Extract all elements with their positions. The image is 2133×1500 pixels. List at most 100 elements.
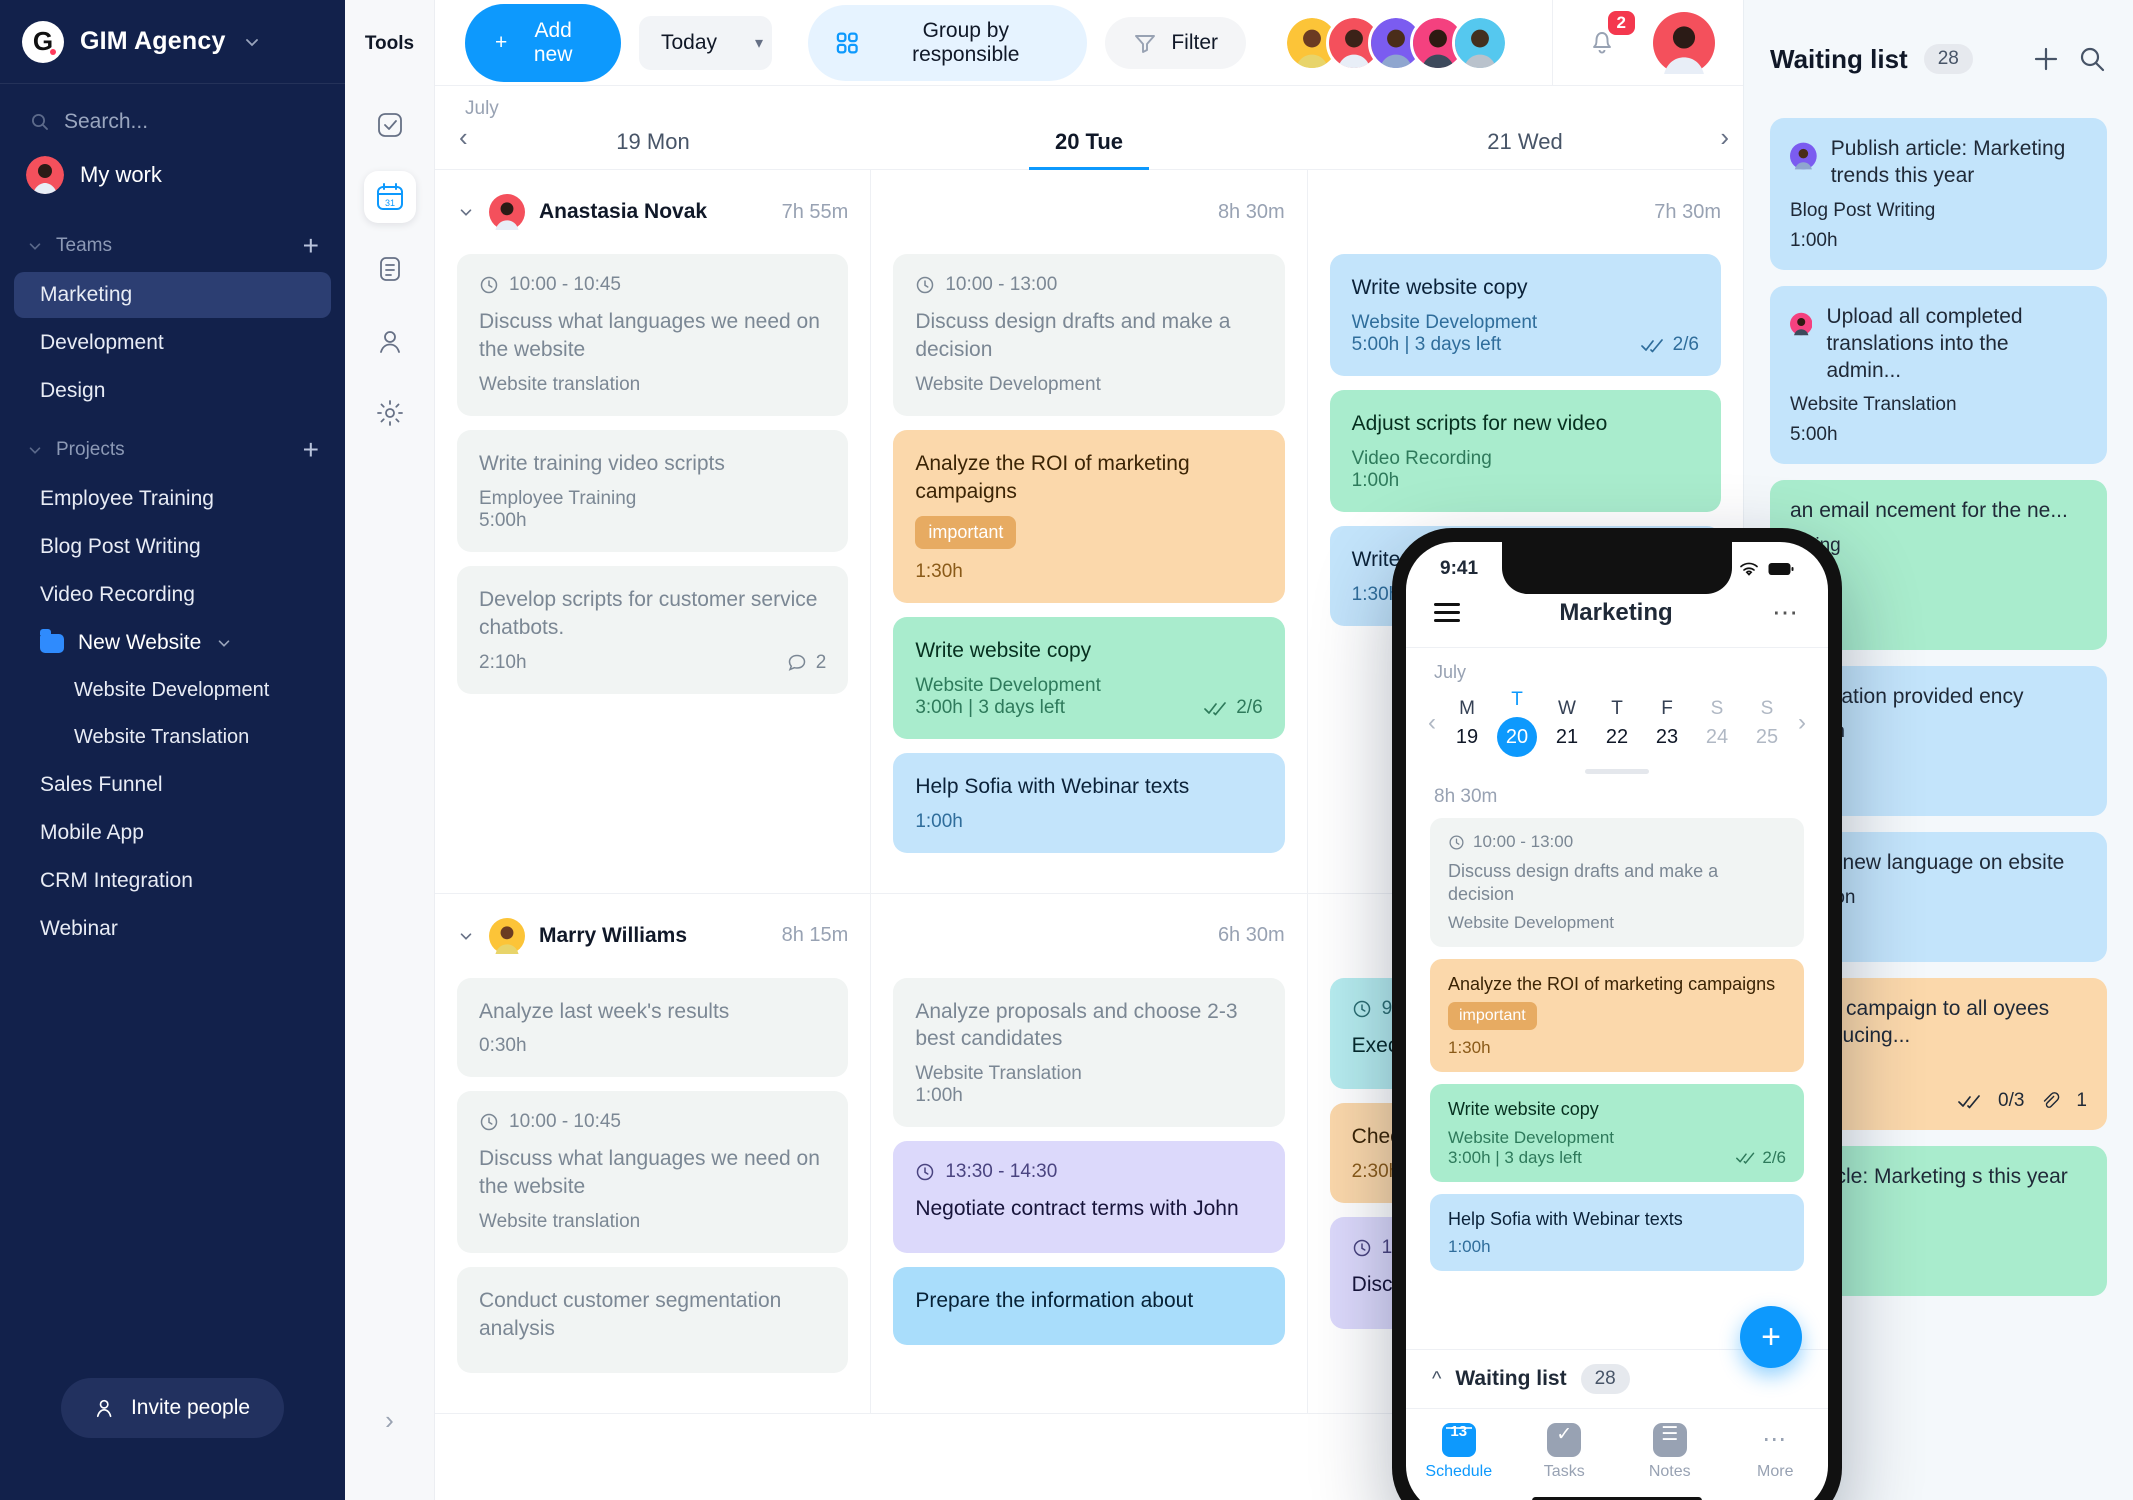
- task-card[interactable]: Prepare the information about: [893, 1267, 1285, 1346]
- sidebar-item-employee-training[interactable]: Employee Training: [14, 476, 331, 522]
- phone-day-25[interactable]: S 25: [1742, 698, 1792, 749]
- search-waiting-icon[interactable]: [2077, 44, 2107, 74]
- add-task-fab[interactable]: +: [1740, 1306, 1802, 1368]
- today-selector[interactable]: Today ▾: [638, 15, 772, 70]
- add-team-button[interactable]: +: [303, 232, 319, 260]
- next-day-button[interactable]: ›: [1720, 122, 1729, 153]
- task-card[interactable]: Analyze proposals and choose 2-3 best ca…: [893, 977, 1285, 1128]
- task-card[interactable]: Write training video scripts Employee Tr…: [457, 429, 849, 552]
- today-label: Today: [660, 30, 718, 54]
- workspace-switcher[interactable]: G GIM Agency: [0, 0, 345, 84]
- subtask-progress: 2/6: [1736, 1148, 1786, 1168]
- day-number: 23: [1655, 725, 1679, 748]
- rail-gear-icon[interactable]: [364, 387, 416, 439]
- sidebar-item-blog-post-writing[interactable]: Blog Post Writing: [14, 524, 331, 570]
- person-header[interactable]: Marry Williams 8h 15m: [457, 894, 848, 978]
- sidebar-item-webinar[interactable]: Webinar: [14, 906, 331, 952]
- menu-icon[interactable]: [1434, 598, 1460, 627]
- tab-more[interactable]: ⋯ More: [1723, 1423, 1829, 1481]
- chevron-up-icon[interactable]: ^: [1432, 1368, 1441, 1391]
- rail-check-square-icon[interactable]: [364, 99, 416, 151]
- task-title: Write training video scripts: [479, 451, 725, 475]
- weekday-letter: S: [1760, 697, 1774, 719]
- sidebar-folder-new-website[interactable]: New Website: [14, 620, 331, 666]
- sidebar-item-my-work[interactable]: My work: [0, 144, 345, 212]
- add-project-button[interactable]: +: [303, 436, 319, 464]
- projects-group-header[interactable]: Projects +: [0, 416, 345, 474]
- task-card[interactable]: Write website copy Website Development 3…: [893, 616, 1285, 739]
- chevron-down-icon[interactable]: [457, 203, 475, 221]
- rail-person-icon[interactable]: [364, 315, 416, 367]
- next-week-button[interactable]: ›: [1792, 709, 1812, 737]
- sidebar-item-crm-integration[interactable]: CRM Integration: [14, 858, 331, 904]
- task-card[interactable]: 13:30 - 14:30 Negotiate contract terms w…: [893, 1141, 1285, 1254]
- phone-day-21[interactable]: W 21: [1542, 698, 1592, 749]
- task-card[interactable]: Help Sofia with Webinar texts 1:00h: [893, 752, 1285, 853]
- filter-button[interactable]: Filter: [1105, 16, 1246, 69]
- phone-task-card[interactable]: Help Sofia with Webinar texts 1:00h: [1430, 1193, 1804, 1271]
- task-card[interactable]: Analyze the ROI of marketing campaigns i…: [893, 429, 1285, 603]
- phone-day-22[interactable]: T 22: [1592, 698, 1642, 749]
- phone-day-19[interactable]: M 19: [1442, 698, 1492, 749]
- day-label: 20 Tue: [1054, 129, 1124, 154]
- day-column-header-20[interactable]: 20 Tue: [871, 129, 1307, 169]
- avatar: [26, 156, 64, 194]
- notifications-button[interactable]: 2: [1585, 11, 1635, 62]
- task-card[interactable]: Conduct customer segmentation analysis: [457, 1267, 849, 1374]
- task-card[interactable]: Adjust scripts for new video Video Recor…: [1329, 389, 1721, 512]
- person-day-total: 7h 55m: [781, 200, 849, 223]
- waiting-list-item[interactable]: Upload all completed translations into t…: [1770, 285, 2107, 465]
- member-avatars[interactable]: [1284, 14, 1508, 71]
- tab-tasks[interactable]: ✓ Tasks: [1512, 1423, 1618, 1481]
- teams-group-header[interactable]: Teams +: [0, 212, 345, 270]
- sidebar-item-video-recording[interactable]: Video Recording: [14, 572, 331, 618]
- task-meta: 1:30h: [915, 561, 1262, 583]
- waiting-list-item[interactable]: Publish article: Marketing trends this y…: [1770, 118, 2107, 270]
- phone-task-card[interactable]: 10:00 - 13:00 Discuss design drafts and …: [1430, 818, 1804, 947]
- expand-rail-button[interactable]: ›: [385, 1405, 394, 1436]
- rail-notes-icon[interactable]: [364, 243, 416, 295]
- more-options-icon[interactable]: ⋯: [1772, 599, 1800, 624]
- phone-day-20[interactable]: T 20: [1492, 689, 1542, 757]
- task-time: 13:30 - 14:30: [915, 1161, 1262, 1183]
- sidebar-item-design[interactable]: Design: [14, 368, 331, 414]
- prev-week-button[interactable]: ‹: [1422, 709, 1442, 737]
- invite-people-button[interactable]: Invite people: [60, 1378, 285, 1438]
- day-column-20: 8h 30m 10:00 - 13:00 Discuss design draf…: [871, 170, 1308, 893]
- task-card[interactable]: Develop scripts for customer service cha…: [457, 565, 849, 694]
- chevron-down-icon[interactable]: ▾: [739, 18, 772, 68]
- task-card[interactable]: Write website copy Website Development 5…: [1329, 254, 1721, 376]
- sidebar-item-development[interactable]: Development: [14, 320, 331, 366]
- task-meta: 1:00h: [1352, 470, 1699, 492]
- toolbar: + Add new Today ▾ Group by responsible F…: [435, 0, 1743, 86]
- phone-task-card[interactable]: Write website copy Website Development 3…: [1430, 1084, 1804, 1182]
- tab-schedule[interactable]: 13 Schedule: [1406, 1423, 1512, 1481]
- sidebar-item-website-development[interactable]: Website Development: [14, 668, 331, 713]
- task-card[interactable]: 10:00 - 10:45 Discuss what languages we …: [457, 1091, 849, 1254]
- add-new-button[interactable]: + Add new: [465, 3, 621, 82]
- sidebar-item-mobile-app[interactable]: Mobile App: [14, 810, 331, 856]
- rail-calendar-31-icon[interactable]: 31: [363, 171, 416, 223]
- double-check-icon: [1736, 1152, 1755, 1164]
- tab-notes[interactable]: ☰ Notes: [1617, 1423, 1723, 1481]
- phone-day-23[interactable]: F 23: [1642, 698, 1692, 749]
- phone-task-card[interactable]: Analyze the ROI of marketing campaigns i…: [1430, 958, 1804, 1073]
- task-card[interactable]: 10:00 - 10:45 Discuss what languages we …: [457, 254, 849, 416]
- double-check-icon: [1958, 1095, 1980, 1109]
- sidebar-item-website-translation[interactable]: Website Translation: [14, 715, 331, 760]
- chevron-down-icon[interactable]: [457, 927, 475, 945]
- person-header[interactable]: Anastasia Novak 7h 55m: [457, 170, 848, 254]
- add-waiting-task-button[interactable]: [2031, 44, 2061, 74]
- search-input[interactable]: Search...: [0, 84, 345, 144]
- task-card[interactable]: Analyze last week's results 0:30h: [457, 977, 849, 1078]
- task-card[interactable]: 10:00 - 13:00 Discuss design drafts and …: [893, 254, 1285, 416]
- sidebar-item-sales-funnel[interactable]: Sales Funnel: [14, 762, 331, 808]
- day-column-header-19[interactable]: 19 Mon: [435, 129, 871, 169]
- sidebar-item-marketing[interactable]: Marketing: [14, 272, 331, 318]
- group-by-responsible-button[interactable]: Group by responsible: [807, 4, 1088, 81]
- user-avatar[interactable]: [1653, 11, 1715, 74]
- day-column-header-21[interactable]: 21 Wed: [1307, 129, 1743, 169]
- drag-handle[interactable]: [1585, 769, 1649, 774]
- task-duration: 5:00h: [1790, 424, 1838, 446]
- phone-day-24[interactable]: S 24: [1692, 698, 1742, 749]
